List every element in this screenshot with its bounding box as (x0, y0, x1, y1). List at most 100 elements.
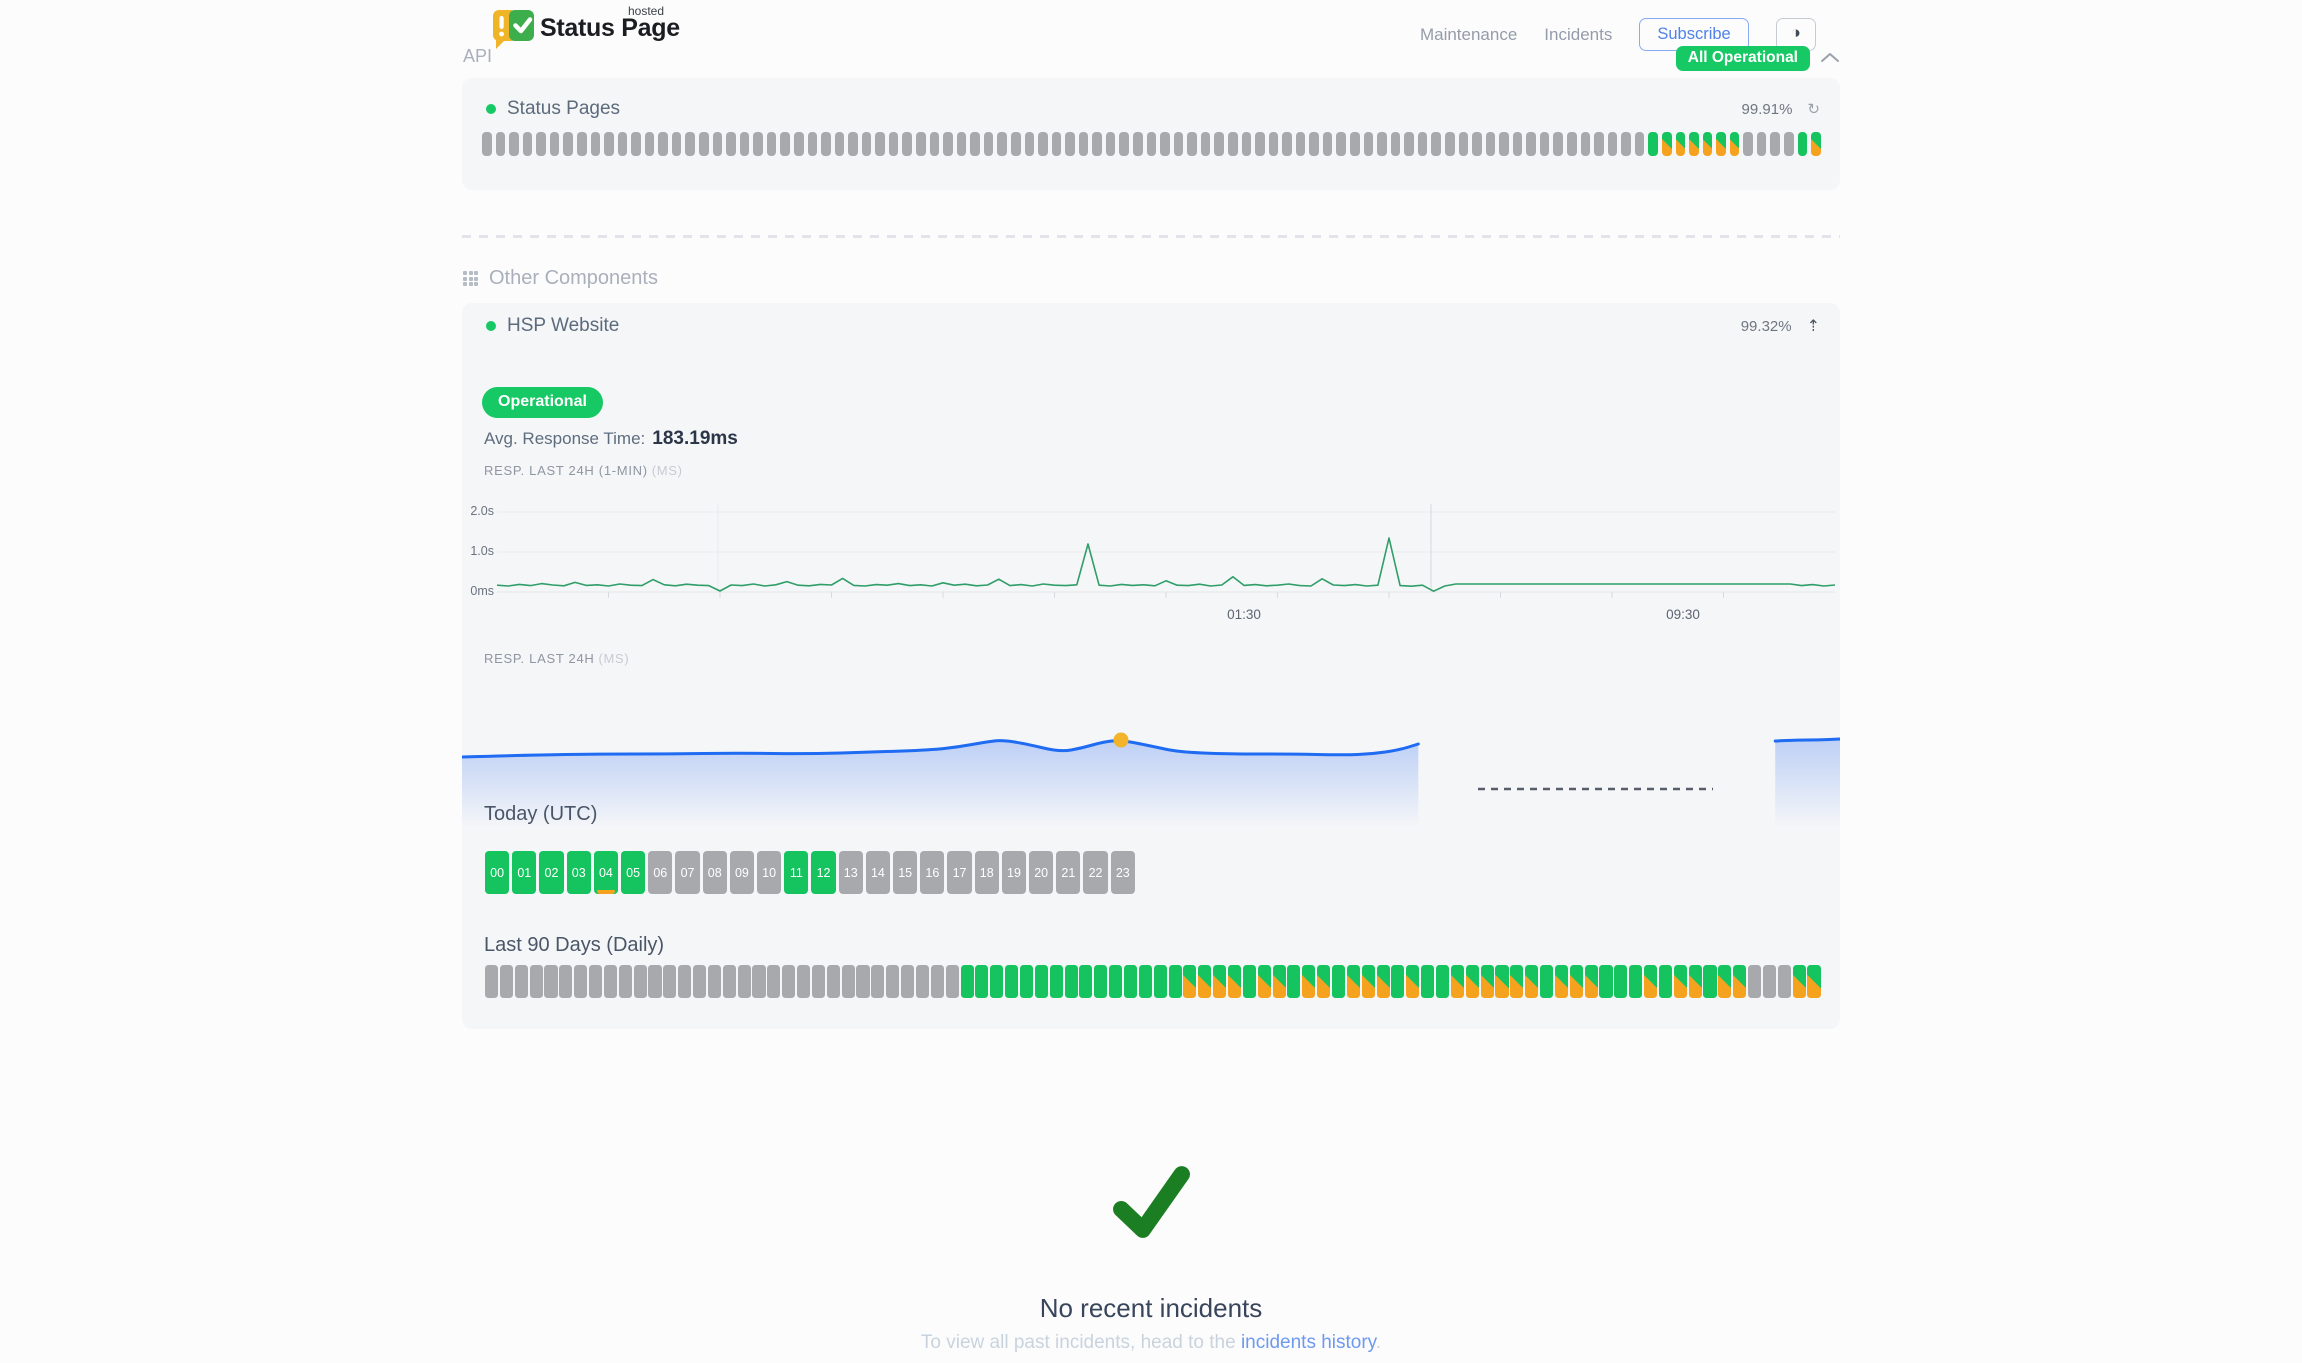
uptime-bar[interactable] (1644, 965, 1657, 998)
uptime-bar[interactable] (1648, 132, 1658, 156)
uptime-bar[interactable] (753, 132, 763, 156)
uptime-bar[interactable] (1052, 132, 1062, 156)
uptime-bar[interactable] (1296, 132, 1306, 156)
uptime-bar[interactable] (726, 132, 736, 156)
hour-block-05[interactable]: 05 (621, 851, 645, 894)
uptime-bar[interactable] (1784, 132, 1794, 156)
uptime-bar[interactable] (658, 132, 668, 156)
uptime-bar[interactable] (1793, 965, 1806, 998)
uptime-bar[interactable] (1258, 965, 1271, 998)
uptime-bar[interactable] (515, 965, 528, 998)
uptime-bar[interactable] (672, 132, 682, 156)
uptime-bar[interactable] (1594, 132, 1604, 156)
uptime-bar[interactable] (1020, 965, 1033, 998)
uptime-bar[interactable] (1525, 965, 1538, 998)
uptime-bar[interactable] (1362, 965, 1375, 998)
uptime-bar[interactable] (536, 132, 546, 156)
uptime-bar[interactable] (957, 132, 967, 156)
uptime-bar[interactable] (1555, 965, 1568, 998)
uptime-bar[interactable] (1255, 132, 1265, 156)
uptime-bar[interactable] (1187, 132, 1197, 156)
uptime-bar[interactable] (916, 132, 926, 156)
uptime-bar[interactable] (509, 132, 519, 156)
uptime-bar[interactable] (1451, 965, 1464, 998)
hour-block-00[interactable]: 00 (485, 851, 509, 894)
uptime-bar[interactable] (496, 132, 506, 156)
hour-block-15[interactable]: 15 (893, 851, 917, 894)
uptime-bar[interactable] (856, 965, 869, 998)
uptime-bar[interactable] (827, 965, 840, 998)
uptime-bar[interactable] (685, 132, 695, 156)
uptime-bar[interactable] (1689, 132, 1699, 156)
uptime-bar[interactable] (1038, 132, 1048, 156)
hour-block-19[interactable]: 19 (1002, 851, 1026, 894)
incidents-history-link[interactable]: incidents history (1241, 1332, 1376, 1353)
uptime-bar[interactable] (990, 965, 1003, 998)
uptime-bar[interactable] (797, 965, 810, 998)
uptime-bar[interactable] (663, 965, 676, 998)
uptime-bar[interactable] (723, 965, 736, 998)
uptime-bar[interactable] (1094, 965, 1107, 998)
collapse-chevron-icon[interactable] (1820, 50, 1840, 68)
uptime-bar[interactable] (563, 132, 573, 156)
uptime-bar[interactable] (1160, 132, 1170, 156)
uptime-bar[interactable] (1716, 132, 1726, 156)
uptime-bar[interactable] (1513, 132, 1523, 156)
uptime-bar[interactable] (780, 132, 790, 156)
hour-block-09[interactable]: 09 (730, 851, 754, 894)
uptime-bar[interactable] (1466, 965, 1479, 998)
uptime-bar[interactable] (848, 132, 858, 156)
uptime-bar[interactable] (559, 965, 572, 998)
uptime-bar[interactable] (530, 965, 543, 998)
uptime-bar[interactable] (619, 965, 632, 998)
uptime-bar[interactable] (1798, 132, 1808, 156)
hour-block-22[interactable]: 22 (1083, 851, 1107, 894)
uptime-bar[interactable] (1608, 132, 1618, 156)
uptime-bar[interactable] (984, 132, 994, 156)
uptime-bar[interactable] (946, 965, 959, 998)
uptime-bar[interactable] (693, 965, 706, 998)
uptime-bar[interactable] (1770, 132, 1780, 156)
uptime-bar[interactable] (1109, 965, 1122, 998)
uptime-bar[interactable] (1718, 965, 1731, 998)
uptime-bar[interactable] (997, 132, 1007, 156)
uptime-bar[interactable] (1486, 132, 1496, 156)
uptime-bar[interactable] (1154, 965, 1167, 998)
uptime-bar[interactable] (708, 965, 721, 998)
uptime-bar[interactable] (1273, 965, 1286, 998)
uptime-bar[interactable] (485, 965, 498, 998)
uptime-bar[interactable] (1309, 132, 1319, 156)
uptime-bar[interactable] (1689, 965, 1702, 998)
hour-block-12[interactable]: 12 (811, 851, 835, 894)
uptime-bar[interactable] (1391, 132, 1401, 156)
uptime-bar[interactable] (1599, 965, 1612, 998)
uptime-bar[interactable] (604, 132, 614, 156)
uptime-bar[interactable] (1570, 965, 1583, 998)
hour-block-02[interactable]: 02 (539, 851, 563, 894)
uptime-bar[interactable] (1778, 965, 1791, 998)
uptime-bar[interactable] (1079, 965, 1092, 998)
uptime-bar[interactable] (975, 965, 988, 998)
uptime-bar[interactable] (645, 132, 655, 156)
uptime-bar[interactable] (1302, 965, 1315, 998)
uptime-bar[interactable] (1198, 965, 1211, 998)
uptime-bar[interactable] (631, 132, 641, 156)
uptime-bar[interactable] (1481, 965, 1494, 998)
uptime-bar[interactable] (1377, 132, 1387, 156)
uptime-bar[interactable] (1406, 965, 1419, 998)
uptime-bar[interactable] (1445, 132, 1455, 156)
uptime-bar[interactable] (1174, 132, 1184, 156)
hour-block-14[interactable]: 14 (866, 851, 890, 894)
uptime-bar[interactable] (808, 132, 818, 156)
uptime-bar[interactable] (821, 132, 831, 156)
uptime-bar[interactable] (1540, 132, 1550, 156)
uptime-bar[interactable] (1763, 965, 1776, 998)
uptime-bar[interactable] (1065, 132, 1075, 156)
uptime-bar[interactable] (1035, 965, 1048, 998)
uptime-bar[interactable] (1614, 965, 1627, 998)
uptime-bar[interactable] (794, 132, 804, 156)
uptime-bar[interactable] (1183, 965, 1196, 998)
uptime-bar[interactable] (1748, 965, 1761, 998)
uptime-bar[interactable] (931, 965, 944, 998)
uptime-bar[interactable] (1807, 965, 1820, 998)
